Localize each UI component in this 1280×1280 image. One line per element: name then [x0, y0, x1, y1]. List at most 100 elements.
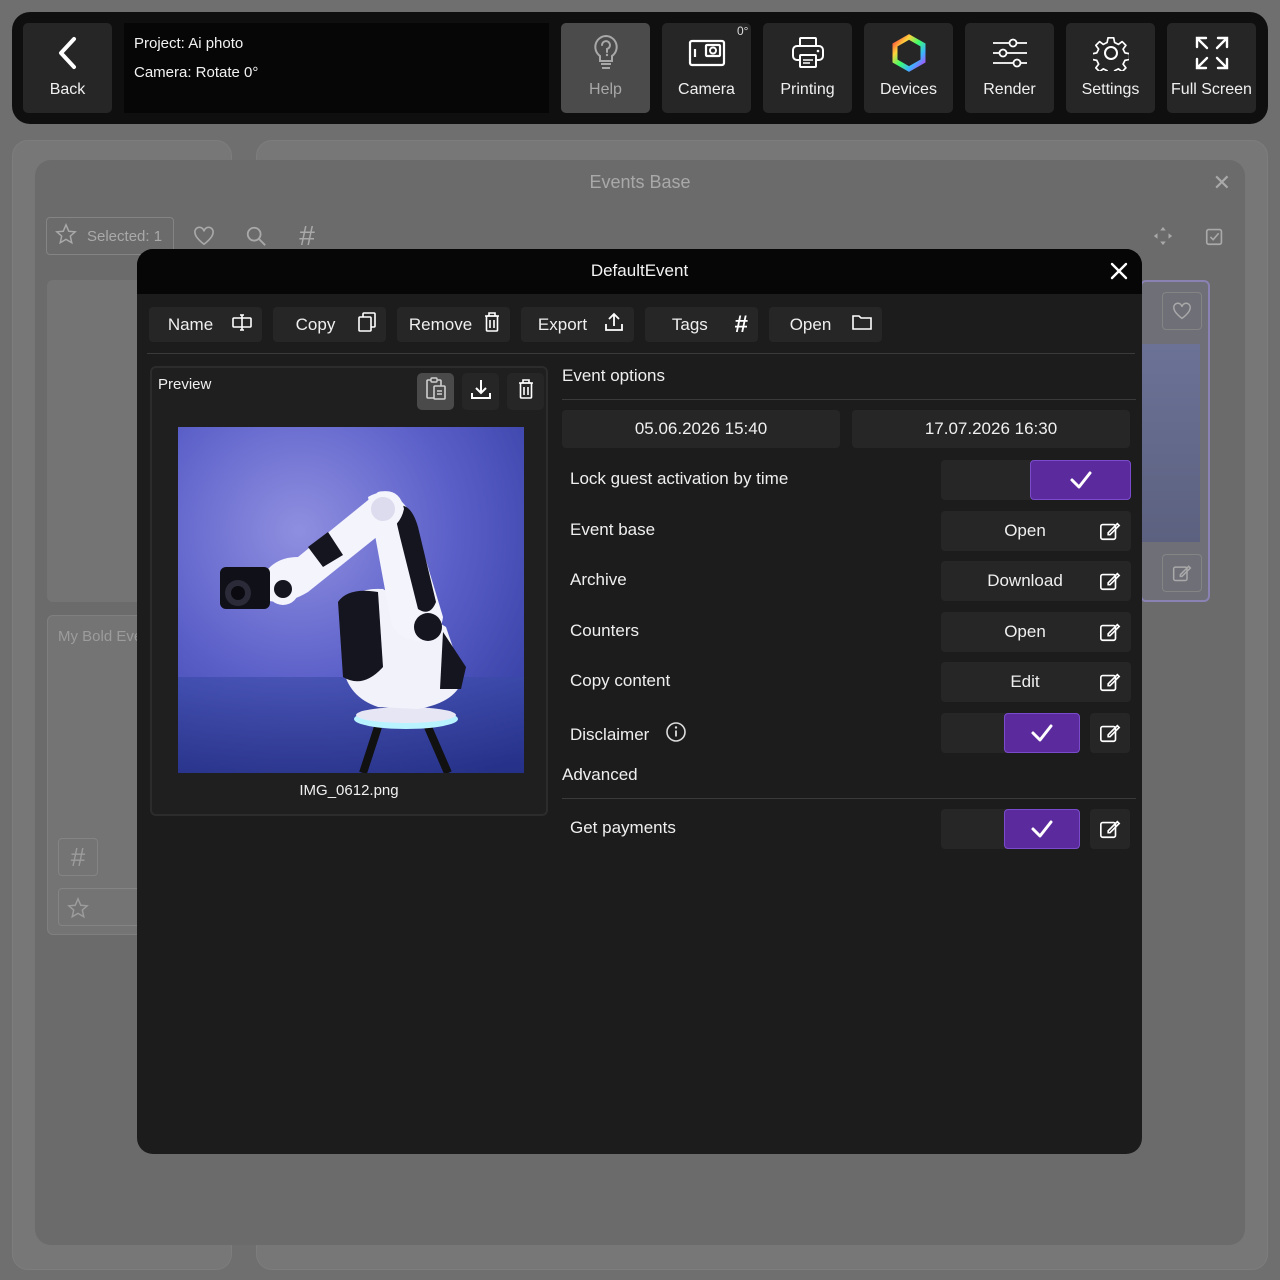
edit-icon	[1100, 522, 1121, 541]
settings-button[interactable]: Settings	[1066, 23, 1155, 113]
counters-open-label: Open	[1004, 622, 1046, 641]
disclaimer-row-label: Disclaimer	[570, 721, 687, 748]
paste-button[interactable]	[417, 373, 454, 410]
preview-image	[178, 427, 524, 773]
printing-label: Printing	[780, 81, 835, 98]
edit-icon	[1100, 673, 1121, 692]
payments-toggle[interactable]	[941, 809, 1080, 849]
expand-icon	[1194, 31, 1230, 75]
checkmark-icon	[1070, 471, 1091, 489]
event-base-row-label: Event base	[570, 520, 655, 540]
move-arrows-icon[interactable]	[1143, 217, 1183, 255]
info-icon[interactable]	[665, 721, 687, 748]
delete-preview-button[interactable]	[507, 373, 544, 410]
archive-download-button[interactable]: Download	[941, 561, 1131, 601]
actions-divider	[147, 353, 1135, 354]
camera-status: Camera: Rotate 0°	[134, 64, 259, 81]
end-date-field[interactable]: 17.07.2026 16:30	[852, 410, 1130, 448]
event-base-open-button[interactable]: Open	[941, 511, 1131, 551]
copy-content-edit-button[interactable]: Edit	[941, 662, 1131, 702]
upload-icon	[604, 312, 624, 337]
render-button[interactable]: Render	[965, 23, 1054, 113]
dialog-header: DefaultEvent	[137, 249, 1142, 294]
payments-text: Get payments	[570, 818, 676, 837]
disclaimer-toggle-knob	[1004, 713, 1080, 753]
tags-label: Tags	[671, 314, 708, 334]
edit-icon	[1100, 623, 1121, 642]
payments-edit-button[interactable]	[1090, 809, 1130, 849]
event-card-hashtag-icon[interactable]: #	[58, 838, 98, 876]
event-card-thumb-right[interactable]	[1140, 280, 1210, 602]
sliders-icon	[991, 31, 1029, 75]
event-card-thumb-image	[1142, 344, 1200, 542]
download-icon	[470, 378, 492, 405]
copy-label: Copy	[295, 314, 336, 334]
open-label: Open	[789, 314, 832, 334]
printer-icon	[790, 31, 826, 75]
events-base-close-icon[interactable]: ✕	[1213, 170, 1231, 196]
event-base-open-label: Open	[1004, 521, 1046, 540]
event-options-heading: Event options	[562, 366, 666, 385]
event-dialog: DefaultEvent Name Copy Remove Export Tag…	[137, 249, 1142, 1154]
select-all-icon[interactable]	[1195, 217, 1235, 255]
tags-button[interactable]: Tags #	[645, 307, 758, 342]
event-card-heart-icon[interactable]	[1162, 292, 1202, 330]
hashtag-icon: #	[734, 310, 748, 338]
copy-content-text: Copy content	[570, 671, 671, 690]
star-icon	[55, 222, 77, 249]
chevron-left-icon	[55, 31, 81, 75]
dialog-title: DefaultEvent	[590, 261, 689, 280]
copy-button[interactable]: Copy	[273, 307, 386, 342]
lock-guest-toggle[interactable]	[941, 460, 1131, 500]
devices-label: Devices	[880, 81, 937, 98]
rename-label: Name	[167, 314, 214, 334]
preview-panel: Preview IMG_0612.png	[150, 366, 548, 816]
start-date-field[interactable]: 05.06.2026 15:40	[562, 410, 840, 448]
lock-guest-text: Lock guest activation by time	[570, 469, 789, 488]
help-bulb-icon	[591, 31, 621, 75]
help-button[interactable]: Help	[561, 23, 650, 113]
rename-button[interactable]: Name	[149, 307, 262, 342]
printing-button[interactable]: Printing	[763, 23, 852, 113]
events-base-title: Events Base	[589, 172, 691, 192]
fullscreen-button[interactable]: Full Screen	[1167, 23, 1256, 113]
rename-icon	[232, 313, 252, 336]
edit-icon	[1100, 572, 1121, 591]
archive-download-label: Download	[987, 571, 1063, 590]
lock-guest-label: Lock guest activation by time	[570, 469, 788, 489]
close-icon[interactable]	[1108, 260, 1130, 282]
fullscreen-label: Full Screen	[1171, 81, 1252, 98]
counters-open-button[interactable]: Open	[941, 612, 1131, 652]
checkmark-icon	[1031, 820, 1053, 838]
top-toolbar: Back Project: Ai photo Camera: Rotate 0°…	[12, 12, 1268, 124]
payments-row-label: Get payments	[570, 818, 676, 838]
disclaimer-toggle[interactable]	[941, 713, 1080, 753]
folder-icon	[852, 313, 872, 336]
remove-button[interactable]: Remove	[397, 307, 510, 342]
back-label: Back	[49, 81, 86, 98]
back-button[interactable]: Back	[23, 23, 112, 113]
selected-count: Selected: 1	[87, 227, 163, 245]
preview-title: Preview	[158, 376, 212, 393]
disclaimer-edit-button[interactable]	[1090, 713, 1130, 753]
edit-icon	[1100, 820, 1121, 839]
lock-guest-toggle-knob	[1030, 460, 1131, 500]
event-options-divider	[562, 399, 1136, 400]
payments-toggle-knob	[1004, 809, 1080, 849]
copy-content-row-label: Copy content	[570, 671, 670, 691]
camera-label: Camera	[678, 81, 735, 98]
open-folder-button[interactable]: Open	[769, 307, 882, 342]
download-button[interactable]	[462, 373, 499, 410]
export-label: Export	[537, 314, 588, 334]
counters-text: Counters	[570, 621, 639, 640]
export-button[interactable]: Export	[521, 307, 634, 342]
copy-icon	[358, 312, 376, 337]
archive-row-label: Archive	[570, 570, 627, 590]
event-base-text: Event base	[570, 520, 656, 539]
edit-icon	[1100, 724, 1121, 743]
event-card-edit-icon[interactable]	[1162, 554, 1202, 592]
disclaimer-text: Disclaimer	[570, 724, 650, 744]
project-info: Project: Ai photo Camera: Rotate 0°	[124, 23, 549, 113]
remove-label: Remove	[408, 314, 473, 334]
devices-button[interactable]: Devices	[864, 23, 953, 113]
